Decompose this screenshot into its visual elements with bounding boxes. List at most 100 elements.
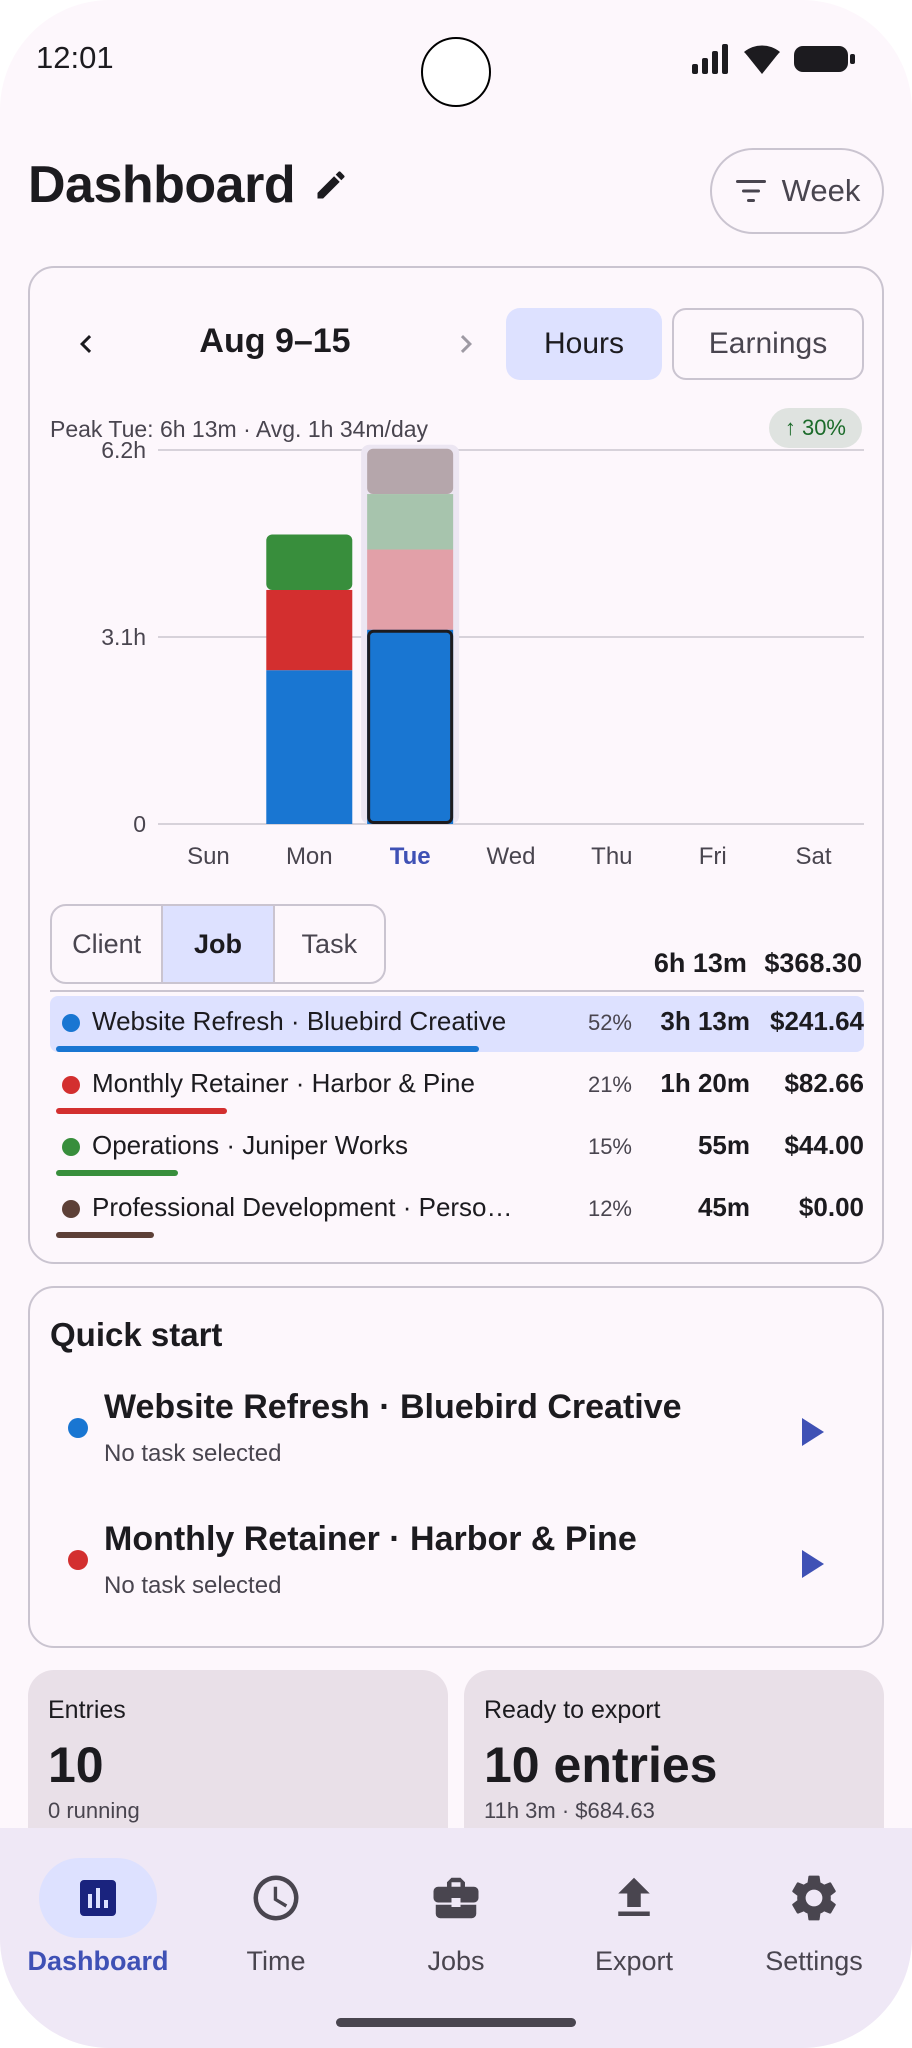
dimension-tab-client[interactable]: Client	[52, 906, 164, 982]
bar-segment	[266, 534, 353, 590]
total-earnings: $368.30	[764, 948, 862, 978]
dimension-tab-job[interactable]: Job	[163, 906, 275, 982]
nav-settings[interactable]: Settings	[724, 1858, 904, 1977]
nav-dashboard[interactable]: Dashboard	[8, 1858, 188, 1977]
legend-time: 45m	[697, 1192, 750, 1222]
bar-segment	[266, 670, 353, 824]
dimension-tab-task[interactable]: Task	[275, 906, 384, 982]
export-value: 10 entries	[484, 1737, 718, 1793]
nav-label: Dashboard	[27, 1946, 169, 1976]
camera-cutout	[421, 37, 491, 107]
quick-start-item[interactable]: Monthly Retainer · Harbor & Pine No task…	[30, 1510, 882, 1620]
header: Dashboard	[28, 155, 349, 215]
legend-earnings: $241.64	[770, 1006, 864, 1036]
y-tick-label: 3.1h	[101, 624, 146, 650]
legend-percent: 21%	[587, 1072, 632, 1097]
legend-name: Website Refresh · Bluebird Creative	[92, 1006, 507, 1036]
share-bar	[56, 1046, 479, 1052]
metric-tab-earnings[interactable]: Earnings	[672, 308, 864, 380]
briefcase-icon	[433, 1877, 479, 1919]
upload-icon	[618, 1877, 650, 1916]
legend-earnings: $44.00	[784, 1130, 864, 1160]
hours-chart-card: Aug 9–15 Hours Earnings Peak Tue: 6h 13m…	[28, 266, 884, 1264]
export-sub: 11h 3m · $684.63	[484, 1798, 655, 1823]
legend-earnings: $0.00	[798, 1192, 864, 1222]
home-indicator[interactable]	[336, 2018, 576, 2027]
status-icons	[692, 44, 856, 74]
bottom-navigation: Dashboard Time Jobs Export Settings	[0, 1828, 912, 2048]
x-tick-label: Mon	[286, 843, 333, 870]
nav-label: Export	[594, 1946, 674, 1976]
color-dot	[62, 1200, 80, 1218]
play-icon[interactable]	[786, 1540, 834, 1588]
nav-label: Settings	[765, 1946, 863, 1976]
quick-start-item[interactable]: Website Refresh · Bluebird Creative No t…	[30, 1378, 882, 1488]
nav-label: Jobs	[427, 1946, 485, 1976]
edit-icon[interactable]	[313, 167, 349, 203]
bar-segment	[367, 549, 454, 630]
bar-segment	[367, 494, 454, 550]
legend-percent: 15%	[587, 1134, 632, 1159]
date-range-label: Aug 9–15	[199, 322, 351, 360]
legend-earnings: $82.66	[784, 1068, 864, 1098]
color-dot	[62, 1138, 80, 1156]
entries-sub: 0 running	[48, 1798, 140, 1823]
x-tick-label: Tue	[390, 843, 431, 870]
bar-segment	[367, 448, 454, 495]
bar-chart-icon	[80, 1880, 116, 1916]
legend-name: Monthly Retainer · Harbor & Pine	[92, 1068, 475, 1098]
week-filter-button[interactable]: Week	[710, 148, 884, 234]
quick-start-title: Quick start	[50, 1316, 223, 1353]
legend-time: 55m	[697, 1130, 750, 1160]
quick-start-job: Monthly Retainer · Harbor & Pine	[104, 1520, 637, 1558]
page-title: Dashboard	[28, 156, 296, 214]
dimension-tabs: Client Job Task	[50, 904, 386, 984]
chevron-right-icon[interactable]	[448, 326, 484, 362]
color-dot	[62, 1014, 80, 1032]
nav-time[interactable]: Time	[186, 1858, 366, 1977]
divider	[50, 990, 864, 992]
stacked-bar-chart[interactable]: 6.2h 3.1h 0 Sun Mon Tue Wed Thu Fri Sat	[30, 438, 886, 898]
x-tick-label: Thu	[591, 843, 632, 870]
status-time: 12:01	[36, 40, 114, 75]
gear-icon	[792, 1875, 836, 1921]
x-tick-label: Wed	[487, 843, 536, 870]
battery-icon	[794, 46, 855, 72]
wifi-icon	[744, 45, 780, 74]
quick-start-card: Quick start Website Refresh · Bluebird C…	[28, 1286, 884, 1648]
color-dot	[68, 1418, 88, 1438]
share-bar	[56, 1108, 227, 1114]
legend-time: 1h 20m	[660, 1068, 750, 1098]
total-time: 6h 13m	[653, 948, 747, 978]
legend-time: 3h 13m	[660, 1006, 750, 1036]
nav-pill	[755, 1858, 873, 1938]
color-dot	[62, 1076, 80, 1094]
legend-name: Professional Development · Perso…	[92, 1192, 513, 1222]
filter-icon	[735, 180, 766, 202]
legend-row[interactable]: Website Refresh · Bluebird Creative 52% …	[50, 996, 864, 1052]
legend-percent: 52%	[587, 1010, 632, 1035]
share-bar	[56, 1232, 154, 1238]
date-range-row: Aug 9–15 Hours Earnings	[30, 308, 882, 380]
y-tick-label: 6.2h	[101, 438, 146, 463]
legend-percent: 12%	[587, 1196, 632, 1221]
legend-row[interactable]: Monthly Retainer · Harbor & Pine 21% 1h …	[50, 1058, 864, 1114]
x-tick-label: Fri	[699, 843, 727, 870]
nav-pill	[575, 1858, 693, 1938]
nav-export[interactable]: Export	[544, 1858, 724, 1977]
status-bar: 12:01	[0, 0, 912, 120]
entries-label: Entries	[48, 1696, 126, 1724]
chevron-left-icon[interactable]	[68, 326, 104, 362]
legend-row[interactable]: Operations · Juniper Works 15% 55m $44.0…	[50, 1120, 864, 1176]
x-tick-label: Sun	[187, 843, 230, 870]
metric-tab-hours[interactable]: Hours	[506, 308, 662, 380]
totals: 6h 13m $368.30	[644, 948, 862, 979]
play-icon[interactable]	[786, 1408, 834, 1456]
bar-segment	[367, 629, 454, 824]
week-filter-label: Week	[781, 173, 861, 208]
clock-icon	[253, 1875, 299, 1921]
y-tick-label: 0	[133, 811, 146, 837]
quick-start-job: Website Refresh · Bluebird Creative	[104, 1388, 682, 1426]
legend-row[interactable]: Professional Development · Perso… 12% 45…	[50, 1182, 864, 1238]
nav-jobs[interactable]: Jobs	[366, 1858, 546, 1977]
